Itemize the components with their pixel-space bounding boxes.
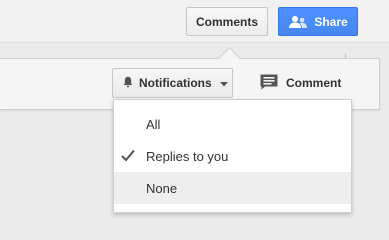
bell-icon [123, 76, 133, 91]
checkmark-icon [121, 149, 135, 165]
notifications-dropdown[interactable]: Notifications [112, 68, 233, 98]
menu-item-label: All [146, 116, 161, 132]
comments-button[interactable]: Comments [186, 7, 268, 36]
notifications-menu: All Replies to you None [113, 99, 352, 213]
menu-item-all[interactable]: All [114, 108, 351, 140]
toolbar-divider [0, 42, 389, 43]
comments-button-label: Comments [195, 14, 258, 29]
menu-item-label: Replies to you [146, 148, 229, 164]
menu-item-replies-to-you[interactable]: Replies to you [114, 140, 351, 172]
people-icon [288, 15, 308, 29]
menu-item-label: None [146, 180, 178, 196]
share-button-label: Share [314, 14, 348, 29]
notifications-label: Notifications [139, 76, 212, 90]
comment-icon [260, 74, 278, 93]
dropdown-arrow-icon [219, 76, 228, 90]
share-button[interactable]: Share [278, 7, 358, 36]
menu-item-none[interactable]: None [114, 172, 351, 204]
comment-button[interactable]: Comment [260, 70, 341, 96]
comment-button-label: Comment [286, 76, 342, 90]
